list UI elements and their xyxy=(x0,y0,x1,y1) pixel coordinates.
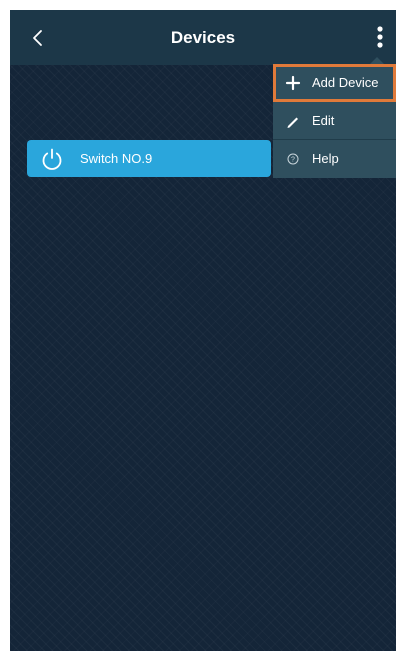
back-button[interactable] xyxy=(24,24,54,52)
device-tile-switch[interactable]: Switch NO.9 xyxy=(27,140,271,177)
menu-item-label: Help xyxy=(312,151,339,166)
menu-item-help[interactable]: ? Help xyxy=(273,140,396,178)
plus-icon xyxy=(285,75,301,91)
app-screen: Devices Switch NO.9 Add Device Edit ? He… xyxy=(10,10,396,651)
menu-item-add-device[interactable]: Add Device xyxy=(273,64,396,102)
help-circle-icon: ? xyxy=(287,153,299,165)
device-name: Switch NO.9 xyxy=(80,151,153,166)
power-icon xyxy=(42,148,62,170)
chevron-left-icon xyxy=(33,30,42,46)
more-vertical-icon xyxy=(377,26,383,48)
svg-text:?: ? xyxy=(291,157,295,164)
pencil-icon xyxy=(287,117,298,128)
more-options-button[interactable] xyxy=(370,23,390,53)
page-title: Devices xyxy=(170,28,236,47)
menu-item-label: Add Device xyxy=(312,75,379,90)
menu-caret xyxy=(370,57,384,64)
options-menu: Add Device Edit ? Help xyxy=(273,64,396,178)
menu-item-label: Edit xyxy=(312,113,335,128)
menu-item-edit[interactable]: Edit xyxy=(273,102,396,140)
top-bar: Devices xyxy=(10,10,396,65)
